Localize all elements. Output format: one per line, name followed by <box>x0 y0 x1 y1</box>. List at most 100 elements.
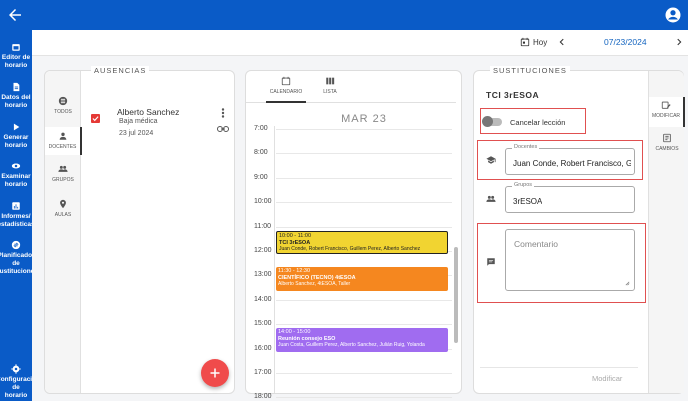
sidebar: Editor de horario Datos del horario Gene… <box>0 30 40 401</box>
event-people: Juan Costa, Guillem Perez, Alberto Sanch… <box>278 342 425 348</box>
substitution-tabs: MODIFICAR CAMBIOS <box>648 71 685 393</box>
sidebar-item-label: Planificador de sustituciones <box>0 252 38 275</box>
person-icon <box>59 132 66 140</box>
hour-label: 13:00 <box>254 271 272 279</box>
groups-label: Grupos <box>512 182 535 188</box>
hour-label: 11:00 <box>254 222 271 230</box>
hour-line <box>276 202 452 204</box>
groups-field[interactable]: Grupos 3rESOA <box>505 182 635 213</box>
main-area: Hoy 07/23/2024 TODOS DOCENTES GRUPOS AUL… <box>32 30 688 401</box>
today-button[interactable]: Hoy <box>520 37 547 47</box>
gear-icon <box>11 364 21 374</box>
sidebar-item-label: Informes/ estadísticas <box>0 213 35 228</box>
cancel-lesson-label: Cancelar lección <box>510 118 566 127</box>
calendar-today-icon <box>520 37 530 47</box>
edit-calendar-icon <box>661 101 671 109</box>
hour-line <box>276 177 452 179</box>
hour-label: 14:00 <box>254 295 272 303</box>
eye-icon <box>11 163 21 169</box>
all-icon <box>58 96 68 106</box>
sidebar-item-label: Configuración de horario <box>0 376 41 399</box>
sidebar-item-examinar[interactable]: Examinar horario <box>0 161 32 189</box>
more-vert-icon[interactable] <box>219 108 227 118</box>
columns-icon <box>326 77 335 85</box>
top-bar <box>0 0 688 30</box>
hour-line <box>276 324 452 326</box>
sidebar-item-informes[interactable]: Informes/ estadísticas <box>0 201 35 229</box>
tab-label: GRUPOS <box>52 177 74 183</box>
tab-docentes[interactable]: DOCENTES <box>45 127 82 155</box>
tab-label: DOCENTES <box>48 144 77 150</box>
event-people: Juan Conde, Robert Francisco, Guillem Pe… <box>279 246 421 252</box>
comment-textarea[interactable]: Comentario <box>505 229 635 291</box>
calendar-scrollbar[interactable] <box>454 247 458 343</box>
tab-cambios[interactable]: CAMBIOS <box>649 133 685 152</box>
hour-label: 18:00 <box>254 393 272 401</box>
event-people: Alberto Sanchez, 4tESOA, Taller <box>278 281 351 287</box>
sidebar-item-generar[interactable]: Generar horario <box>0 122 32 150</box>
toolbar: Hoy 07/23/2024 <box>32 30 688 56</box>
sidebar-item-editor[interactable]: Editor de horario <box>0 42 32 70</box>
tab-label: CALENDARIO <box>269 89 303 95</box>
sidebar-item-configuracion[interactable]: Configuración de horario <box>0 364 40 400</box>
time-axis-divider <box>274 126 275 393</box>
hour-line <box>276 397 452 399</box>
sidebar-item-planificador[interactable]: Planificador de sustituciones <box>0 240 38 276</box>
add-absence-button[interactable] <box>201 359 229 387</box>
arrow-left-icon[interactable] <box>6 6 24 24</box>
calendar-event[interactable]: 10:00 - 11:00 TCI 3rESOA Juan Conde, Rob… <box>276 231 448 254</box>
tab-modificar[interactable]: MODIFICAR <box>649 97 685 127</box>
chevron-left-icon[interactable] <box>557 37 567 47</box>
swap-icon <box>11 240 21 250</box>
tab-label: AULAS <box>54 212 72 218</box>
file-icon <box>13 82 20 92</box>
teachers-field[interactable]: Docentes Juan Conde, Robert Francisco, G… <box>505 144 635 175</box>
absence-name[interactable]: Alberto Sanchez <box>117 107 179 117</box>
hour-label: 7:00 <box>254 125 268 132</box>
tab-calendario[interactable]: CALENDARIO <box>266 76 306 103</box>
tab-grupos[interactable]: GRUPOS <box>45 164 81 183</box>
hour-label: 10:00 <box>254 198 272 206</box>
hour-label: 9:00 <box>254 173 268 181</box>
group-icon <box>486 195 496 202</box>
hour-label: 16:00 <box>254 344 272 352</box>
substitutions-title: SUSTITUCIONES <box>490 66 570 75</box>
resize-handle-icon[interactable] <box>625 281 630 286</box>
hour-label: 17:00 <box>254 369 272 376</box>
calendar-tabs: CALENDARIO LISTA <box>246 71 456 103</box>
cancel-lesson-toggle[interactable] <box>482 116 502 127</box>
lesson-title: TCI 3rESOA <box>486 90 540 100</box>
school-icon <box>486 156 496 164</box>
sidebar-item-datos[interactable]: Datos del horario <box>0 82 32 110</box>
calendar-event[interactable]: 11:30 - 12:30 CIENTÍFICO (TECNO) 4tESOA … <box>276 267 448 291</box>
absences-title: AUSENCIAS <box>91 66 150 75</box>
play-icon <box>13 123 20 131</box>
hour-label: 12:00 <box>254 247 272 254</box>
calendar-panel: CALENDARIO LISTA MAR 23 7:00 8:00 9:00 10:0… <box>245 70 462 400</box>
link-icon[interactable] <box>217 125 229 133</box>
day-header: MAR 23 <box>341 113 387 125</box>
tab-label: TODOS <box>54 109 72 115</box>
tab-lista[interactable]: LISTA <box>310 76 350 95</box>
hour-label: 8:00 <box>254 149 268 157</box>
hour-line <box>276 299 452 301</box>
list-icon <box>663 133 671 143</box>
tab-label: MODIFICAR <box>651 113 681 119</box>
toggle-knob <box>482 116 493 127</box>
calendar-event[interactable]: 14:00 - 15:00 Reunión consejo ESO Juan C… <box>276 328 448 352</box>
hour-label: 15:00 <box>254 320 272 328</box>
hour-line <box>276 226 452 228</box>
calendar-icon <box>12 44 20 51</box>
current-date[interactable]: 07/23/2024 <box>604 37 647 47</box>
modify-button[interactable]: Modificar <box>592 374 622 383</box>
location-icon <box>60 199 66 209</box>
plus-icon <box>210 368 220 378</box>
tab-todos[interactable]: TODOS <box>45 96 81 115</box>
hour-line <box>276 153 452 155</box>
account-circle-icon[interactable] <box>664 6 682 24</box>
chevron-right-icon[interactable] <box>674 37 684 47</box>
absence-checkbox[interactable] <box>91 114 100 123</box>
teachers-value: Juan Conde, Robert Francisco, Guillem Pe… <box>513 159 631 168</box>
tab-aulas[interactable]: AULAS <box>45 199 81 218</box>
substitutions-panel: SUSTITUCIONES TCI 3rESOA Cancelar lecció… <box>473 66 685 394</box>
